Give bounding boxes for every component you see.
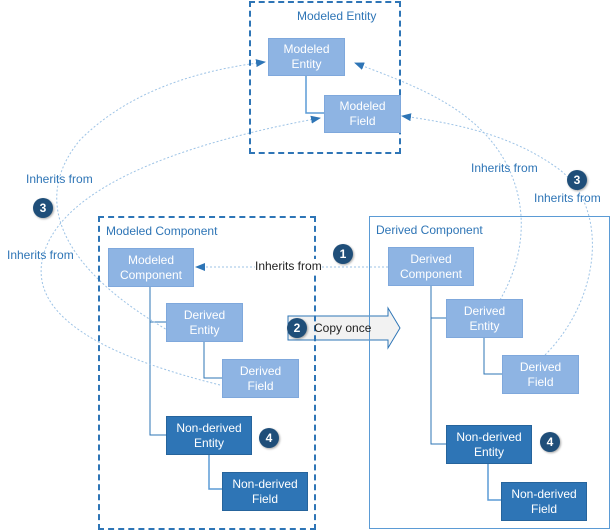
node-label: Non-derived (176, 420, 242, 435)
node-dc-nonderived-field[interactable]: Non-derived Field (501, 482, 587, 521)
node-label: Field (251, 491, 278, 506)
node-label: Modeled (283, 42, 330, 56)
badge-3-left: 3 (33, 198, 53, 218)
node-label: Entity (189, 322, 220, 337)
node-label: Field (530, 501, 557, 516)
node-label: Modeled (127, 252, 174, 267)
container-title: Derived Component (376, 223, 483, 237)
inherits-label-left-top: Inherits from (26, 172, 93, 186)
container-title: Modeled Entity (297, 9, 377, 23)
node-label: Derived (519, 359, 562, 374)
node-modeled-component[interactable]: Modeled Component (108, 248, 194, 287)
node-label: Field (247, 378, 274, 393)
node-mc-nonderived-field[interactable]: Non-derived Field (222, 472, 308, 511)
node-label: Derived (239, 363, 282, 378)
node-label: Component (119, 267, 183, 282)
badge-3-right: 3 (567, 170, 587, 190)
node-mc-nonderived-entity[interactable]: Non-derived Entity (166, 416, 252, 455)
node-label: Non-derived (232, 476, 298, 491)
badge-2: 2 (287, 318, 307, 338)
node-label: Entity (291, 57, 322, 71)
node-label: Non-derived (511, 486, 577, 501)
container-title: Modeled Component (106, 224, 218, 238)
node-label: Non-derived (456, 429, 522, 444)
node-label: Entity (473, 444, 504, 459)
node-label: Entity (469, 318, 500, 333)
node-dc-derived-entity[interactable]: Derived Entity (446, 299, 523, 338)
node-dc-nonderived-entity[interactable]: Non-derived Entity (446, 425, 532, 464)
node-label: Modeled (339, 99, 386, 113)
inherits-label-right-far: Inherits from (534, 191, 601, 205)
node-modeled-field[interactable]: Modeled Field (324, 95, 401, 133)
node-modeled-entity[interactable]: Modeled Entity (268, 38, 345, 76)
node-label: Entity (193, 435, 224, 450)
badge-4-right: 4 (540, 432, 560, 452)
node-label: Derived (463, 303, 506, 318)
inherits-label-right-mid: Inherits from (471, 161, 538, 175)
node-label: Derived (410, 251, 452, 266)
node-mc-derived-entity[interactable]: Derived Entity (166, 303, 243, 342)
node-mc-derived-field[interactable]: Derived Field (222, 359, 299, 398)
inherits-label-center: Inherits from (255, 259, 322, 273)
inherits-label-left-bottom: Inherits from (7, 248, 74, 262)
node-label: Derived (183, 307, 226, 322)
node-derived-component[interactable]: Derived Component (388, 247, 474, 286)
node-dc-derived-field[interactable]: Derived Field (502, 355, 579, 394)
badge-1: 1 (333, 244, 353, 264)
node-label: Field (349, 114, 376, 128)
node-label: Component (399, 266, 463, 281)
copy-once-label: Copy once (314, 321, 372, 335)
badge-4-left: 4 (259, 428, 279, 448)
node-label: Field (527, 374, 554, 389)
